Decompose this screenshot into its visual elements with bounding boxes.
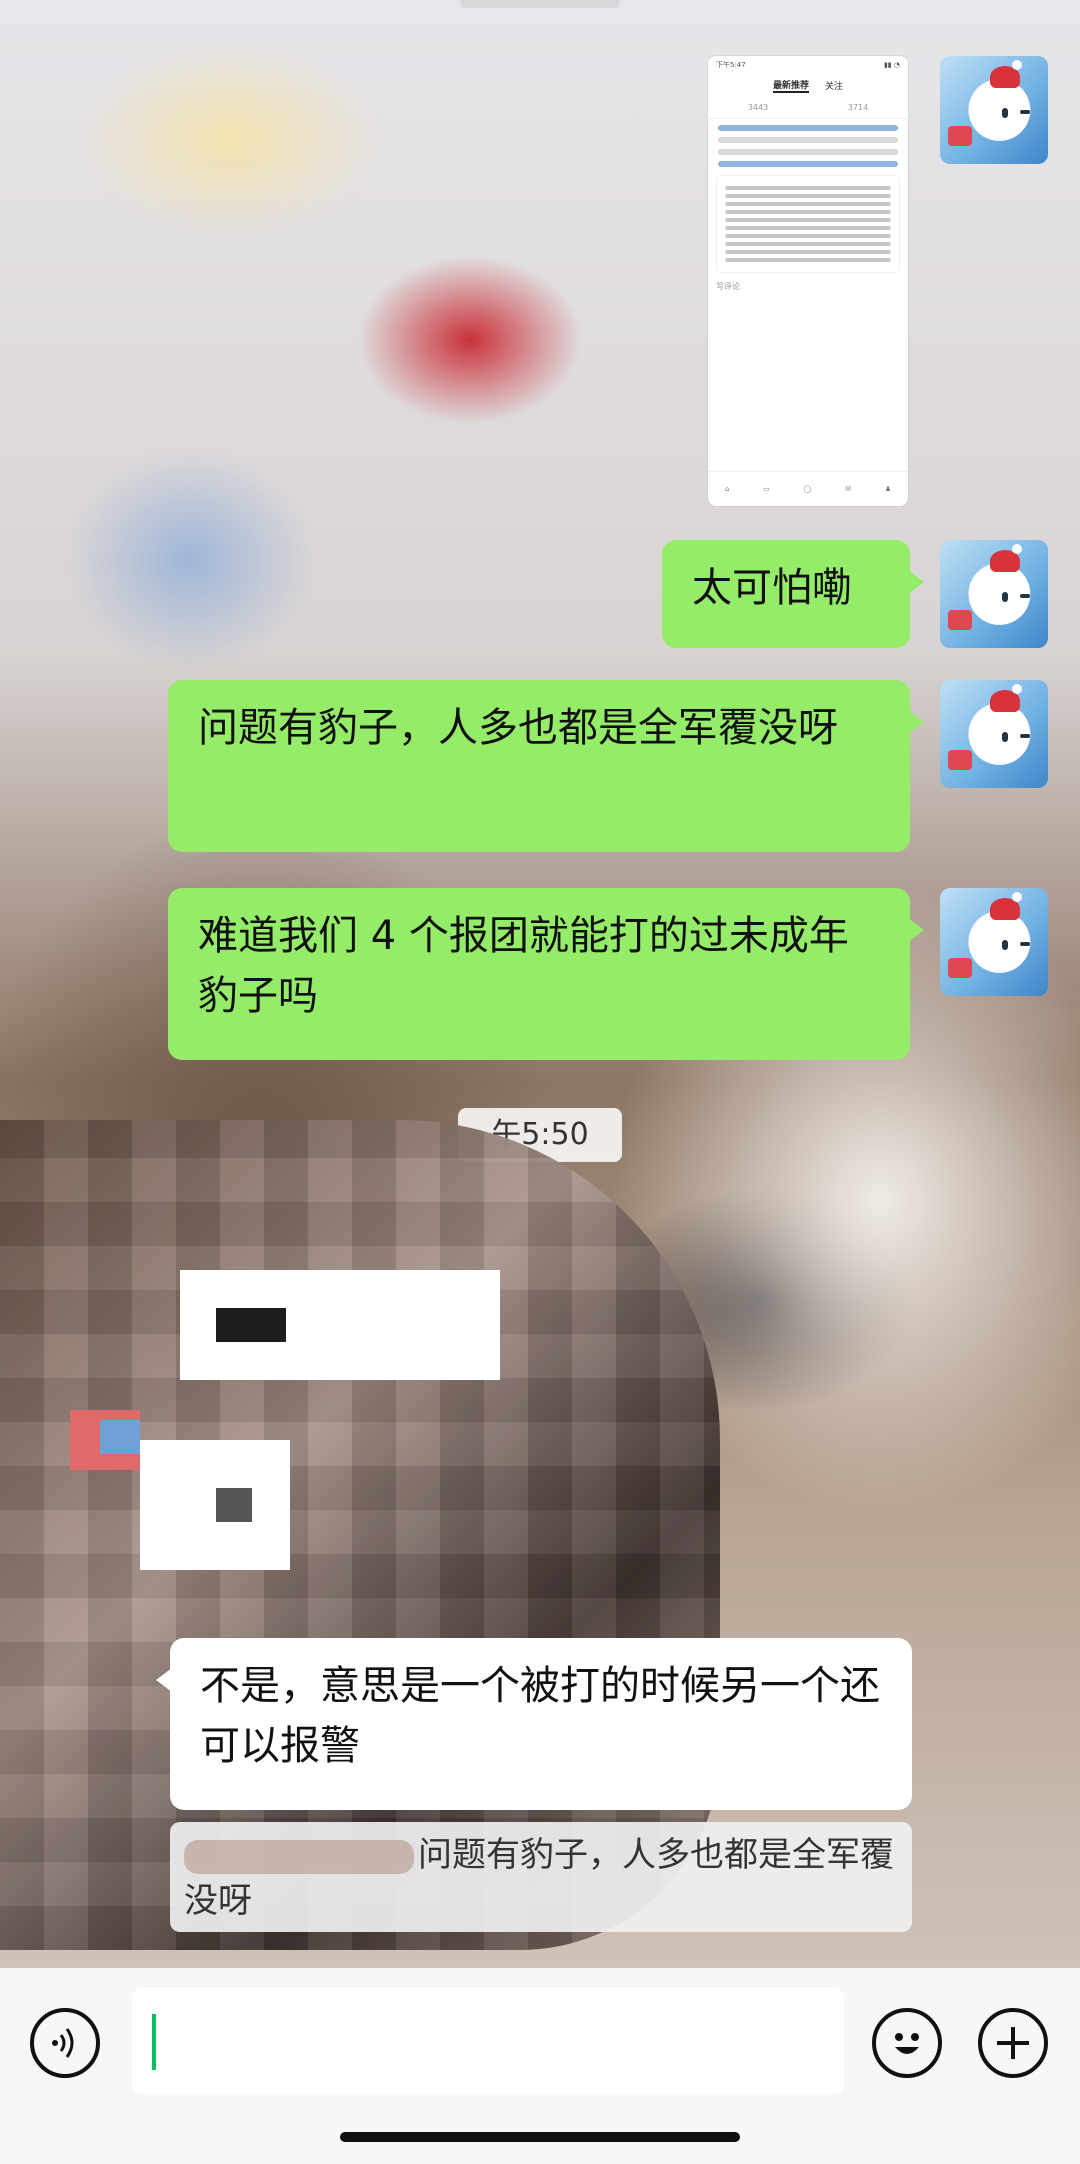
screenshot-tab-recommend: 最新推荐 <box>772 78 809 93</box>
screenshot-text-line <box>725 210 891 214</box>
image-message[interactable]: 下午5:47 ▮▮ ◔ 最新推荐 关注 3443 3714 写评论 ⌂ ▭ ◯ … <box>708 56 908 506</box>
screenshot-bottom-nav: ⌂ ▭ ◯ ✉ ♟ <box>708 471 908 506</box>
screenshot-quoted-block <box>716 175 900 273</box>
pixelated-block <box>216 1488 252 1522</box>
screenshot-text-line <box>725 218 891 222</box>
screenshot-text-line <box>725 234 891 238</box>
self-avatar[interactable] <box>940 56 1048 164</box>
message-bubble[interactable]: 太可怕嘞 <box>662 540 924 648</box>
screenshot-count-2: 3714 <box>847 102 869 112</box>
message-text: 太可怕嘞 <box>692 565 852 611</box>
screenshot-nav-icon: ✉ <box>845 485 852 493</box>
screenshot-text-line <box>718 161 898 167</box>
voice-icon-glyph <box>52 2028 74 2058</box>
screenshot-status-icons: ▮▮ ◔ <box>883 61 900 69</box>
screenshot-status-bar: 下午5:47 ▮▮ ◔ <box>708 56 908 74</box>
pixelated-block <box>100 1420 140 1454</box>
screenshot-reply-box: 写评论 <box>716 282 740 291</box>
message-bubble[interactable]: 问题有豹子，人多也都是全军覆没呀 <box>168 680 924 852</box>
emoji-icon-glyph <box>895 2033 919 2054</box>
screenshot-tabs: 最新推荐 关注 <box>708 74 908 96</box>
pixelated-block <box>140 1440 290 1570</box>
voice-icon[interactable] <box>30 2008 100 2078</box>
top-handle <box>460 0 620 8</box>
screenshot-text-line <box>725 242 891 246</box>
screenshot-status-time: 下午5:47 <box>716 61 746 69</box>
screenshot-text-line <box>725 202 891 206</box>
message-text: 难道我们 4 个报团就能打的过未成年豹子吗 <box>198 913 849 1019</box>
screenshot-count-1: 3443 <box>747 102 769 112</box>
self-avatar[interactable] <box>940 888 1048 996</box>
message-text: 问题有豹子，人多也都是全军覆没呀 <box>198 705 838 751</box>
screenshot-text-line <box>725 258 891 262</box>
screenshot-text-line <box>725 226 891 230</box>
message-bubble[interactable]: 难道我们 4 个报团就能打的过未成年豹子吗 <box>168 888 924 1060</box>
emoji-icon[interactable] <box>872 2008 942 2078</box>
quoted-sender-blurred <box>184 1839 414 1874</box>
screenshot-tab-follow: 关注 <box>825 81 844 92</box>
pixelated-block <box>216 1308 286 1342</box>
message-text: 不是，意思是一个被打的时候另一个还可以报警 <box>200 1663 880 1769</box>
screenshot-nav-icon: ▭ <box>763 485 770 493</box>
screenshot-nav-icon: ◯ <box>803 485 812 493</box>
screenshot-nav-icon: ♟ <box>884 485 892 493</box>
self-avatar[interactable] <box>940 680 1048 788</box>
message-bubble-received[interactable]: 不是，意思是一个被打的时候另一个还可以报警 <box>156 1638 912 1810</box>
screenshot-text-line <box>725 194 891 198</box>
plus-icon[interactable] <box>978 2008 1048 2078</box>
message-input[interactable] <box>132 1988 844 2094</box>
quoted-message[interactable]: 问题有豹子，人多也都是全军覆没呀 <box>170 1822 912 1932</box>
screenshot-nav-icon: ⌂ <box>724 485 730 493</box>
screenshot-text-line <box>725 250 891 254</box>
home-indicator <box>340 2132 740 2142</box>
screenshot-text-line <box>725 186 891 190</box>
text-caret <box>152 2014 156 2070</box>
plus-icon-glyph <box>997 2027 1029 2059</box>
screenshot-text-line <box>718 125 898 131</box>
self-avatar[interactable] <box>940 540 1048 648</box>
screenshot-counts: 3443 3714 <box>708 96 908 119</box>
screenshot-text-line <box>718 137 898 143</box>
screenshot-text-line <box>718 149 898 155</box>
